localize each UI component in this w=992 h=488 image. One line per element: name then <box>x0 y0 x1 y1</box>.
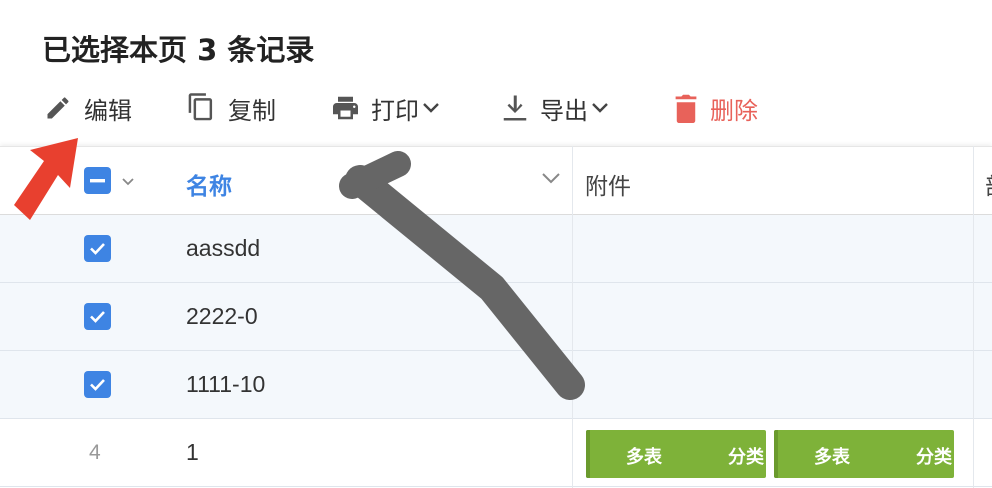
select-options-chevron-icon[interactable] <box>121 174 135 192</box>
print-dropdown-button[interactable]: 打印 <box>330 85 440 131</box>
trash-icon <box>674 93 698 123</box>
column-divider <box>572 146 573 488</box>
edit-button[interactable]: 编辑 <box>44 85 132 131</box>
export-dropdown-button[interactable]: 导出 <box>502 85 609 131</box>
select-all-checkbox[interactable] <box>84 167 111 194</box>
row-checkbox[interactable] <box>84 235 111 262</box>
copy-label: 复制 <box>228 96 276 125</box>
chevron-down-icon <box>591 102 609 114</box>
copy-icon <box>186 92 216 124</box>
attachment-chip[interactable]: 多表 分类 <box>586 430 766 478</box>
edit-label: 编辑 <box>84 96 132 125</box>
cell-name: 1 <box>186 439 199 465</box>
column-header-name[interactable]: 名称 <box>186 167 232 201</box>
chevron-down-icon <box>422 102 440 114</box>
row-checkbox[interactable] <box>84 371 111 398</box>
attachment-chip[interactable]: 多表 分类 <box>774 430 954 478</box>
table-row[interactable]: aassdd <box>0 215 992 283</box>
pencil-icon <box>44 94 72 122</box>
download-icon <box>502 93 528 123</box>
cell-name: 1111-10 <box>186 371 266 397</box>
table-row[interactable]: 2222-0 <box>0 283 992 351</box>
row-number: 4 <box>89 441 101 464</box>
column-menu-chevron-icon[interactable] <box>541 172 561 190</box>
selection-title: 已选择本页 3 条记录 <box>42 33 315 67</box>
table-row[interactable]: 1111-10 <box>0 351 992 419</box>
row-checkbox[interactable] <box>84 303 111 330</box>
export-label: 导出 <box>540 96 588 125</box>
printer-icon <box>330 93 361 123</box>
attachment-text: 多表 <box>626 447 662 468</box>
table-header: 名称 附件 部 <box>0 146 992 215</box>
chip-edge <box>774 430 778 478</box>
record-list-page: 已选择本页 3 条记录 编辑 复制 打印 导出 删除 名称 附件 aassdd … <box>0 0 992 488</box>
attachment-suffix: 分类 <box>916 447 952 468</box>
bulk-action-toolbar: 编辑 复制 打印 导出 删除 <box>0 85 992 131</box>
delete-button[interactable]: 删除 <box>674 85 758 131</box>
column-header-attachment[interactable]: 附件 <box>585 167 631 201</box>
table-row[interactable]: 4 1 多表 分类 多表 分类 <box>0 419 992 487</box>
column-header-next[interactable]: 部 <box>985 167 992 201</box>
copy-button[interactable]: 复制 <box>186 85 276 131</box>
cell-name: 2222-0 <box>186 303 258 329</box>
print-label: 打印 <box>371 96 419 125</box>
attachment-suffix: 分类 <box>728 447 764 468</box>
cell-name: aassdd <box>186 235 261 261</box>
delete-label: 删除 <box>710 96 758 125</box>
attachment-text: 多表 <box>814 447 850 468</box>
records-table: 名称 附件 部 aassdd 2222-0 1111-10 <box>0 146 992 488</box>
chip-edge <box>586 430 590 478</box>
column-divider <box>973 146 974 488</box>
